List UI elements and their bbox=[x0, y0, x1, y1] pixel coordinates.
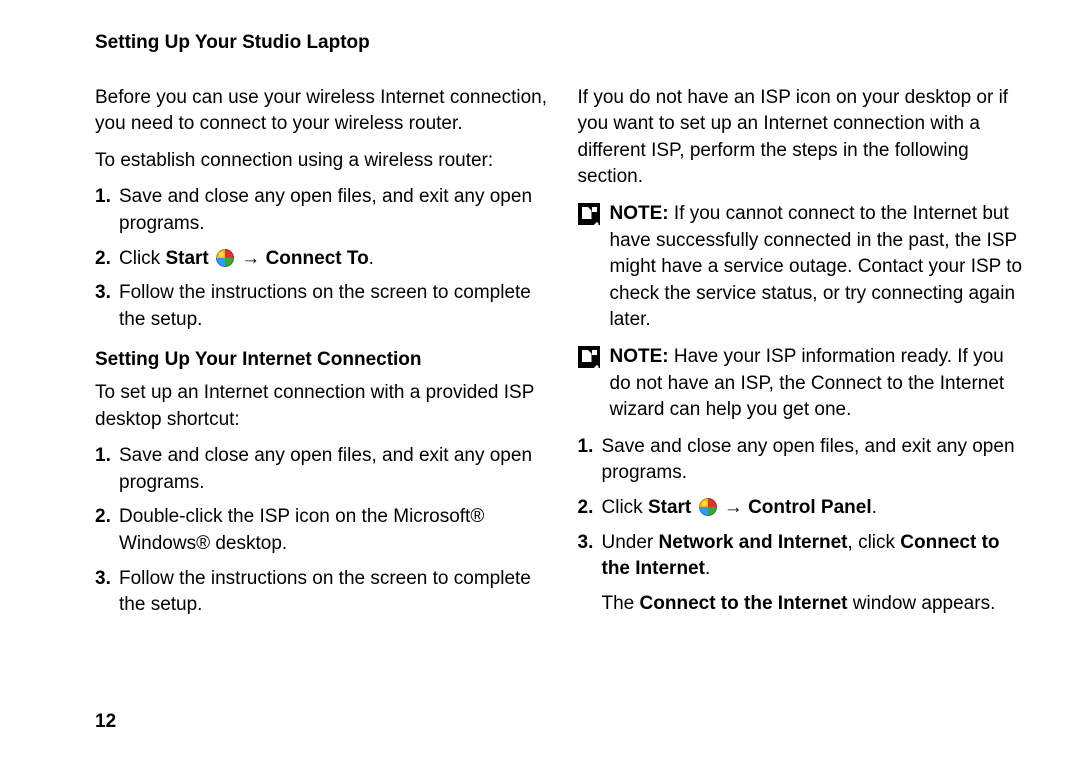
period: . bbox=[705, 558, 710, 579]
right-column: If you do not have an ISP icon on your d… bbox=[578, 85, 1031, 628]
list-item: 2. Click Start → Control Panel. bbox=[578, 495, 1031, 522]
result-text: The bbox=[602, 593, 640, 614]
setup-steps-list: 1. Save and close any open files, and ex… bbox=[578, 434, 1031, 583]
step-text: Save and close any open files, and exit … bbox=[602, 436, 1015, 484]
isp-steps-list: 1. Save and close any open files, and ex… bbox=[95, 443, 548, 619]
step-number: 2. bbox=[578, 495, 594, 522]
note-body: If you cannot connect to the Internet bu… bbox=[610, 203, 1023, 330]
list-item: 3. Follow the instructions on the screen… bbox=[95, 280, 548, 333]
step-number: 2. bbox=[95, 504, 111, 531]
start-label: Start bbox=[648, 497, 691, 518]
step-text: Double-click the ISP icon on the Microso… bbox=[119, 506, 484, 554]
wireless-steps-list: 1. Save and close any open files, and ex… bbox=[95, 184, 548, 333]
step-number: 2. bbox=[95, 246, 111, 273]
note-text: NOTE: If you cannot connect to the Inter… bbox=[610, 201, 1031, 334]
list-item: 1. Save and close any open files, and ex… bbox=[578, 434, 1031, 487]
page-header: Setting Up Your Studio Laptop bbox=[95, 30, 1030, 57]
step-text: Click bbox=[119, 248, 165, 269]
period: . bbox=[872, 497, 877, 518]
period: . bbox=[369, 248, 374, 269]
step-text: Follow the instructions on the screen to… bbox=[119, 568, 531, 616]
note-body: Have your ISP information ready. If you … bbox=[610, 346, 1005, 420]
step-number: 1. bbox=[95, 184, 111, 211]
subsection-heading: Setting Up Your Internet Connection bbox=[95, 347, 548, 374]
step-number: 3. bbox=[578, 530, 594, 557]
step-number: 3. bbox=[95, 566, 111, 593]
list-item: 1. Save and close any open files, and ex… bbox=[95, 443, 548, 496]
spacer bbox=[209, 248, 214, 269]
list-item: 1. Save and close any open files, and ex… bbox=[95, 184, 548, 237]
windows-start-icon bbox=[216, 249, 234, 267]
note-icon bbox=[578, 203, 600, 225]
note-block: NOTE: Have your ISP information ready. I… bbox=[578, 344, 1031, 424]
intro-paragraph: Before you can use your wireless Interne… bbox=[95, 85, 548, 138]
connect-window-label: Connect to the Internet bbox=[640, 593, 848, 614]
windows-start-icon bbox=[699, 498, 717, 516]
control-panel-label: → Control Panel bbox=[719, 497, 872, 518]
step-number: 1. bbox=[578, 434, 594, 461]
note-block: NOTE: If you cannot connect to the Inter… bbox=[578, 201, 1031, 334]
list-item: 3. Follow the instructions on the screen… bbox=[95, 566, 548, 619]
list-item: 2. Double-click the ISP icon on the Micr… bbox=[95, 504, 548, 557]
intro-paragraph: If you do not have an ISP icon on your d… bbox=[578, 85, 1031, 191]
step-text: Save and close any open files, and exit … bbox=[119, 186, 532, 234]
network-internet-label: Network and Internet bbox=[659, 532, 848, 553]
content-columns: Before you can use your wireless Interne… bbox=[95, 85, 1030, 628]
step-text: Save and close any open files, and exit … bbox=[119, 445, 532, 493]
note-label: NOTE: bbox=[610, 346, 669, 367]
start-label: Start bbox=[165, 248, 208, 269]
step-text: Click bbox=[602, 497, 648, 518]
note-text: NOTE: Have your ISP information ready. I… bbox=[610, 344, 1031, 424]
setup-paragraph: To set up an Internet connection with a … bbox=[95, 380, 548, 433]
page-number: 12 bbox=[95, 709, 116, 736]
step-number: 1. bbox=[95, 443, 111, 470]
spacer bbox=[691, 497, 696, 518]
note-icon bbox=[578, 346, 600, 368]
connect-to-label: → Connect To bbox=[236, 248, 369, 269]
left-column: Before you can use your wireless Interne… bbox=[95, 85, 548, 628]
result-paragraph: The Connect to the Internet window appea… bbox=[578, 591, 1031, 618]
step-number: 3. bbox=[95, 280, 111, 307]
note-label: NOTE: bbox=[610, 203, 669, 224]
establish-paragraph: To establish connection using a wireless… bbox=[95, 148, 548, 175]
step-text: Under bbox=[602, 532, 659, 553]
list-item: 3. Under Network and Internet, click Con… bbox=[578, 530, 1031, 583]
result-text: window appears. bbox=[847, 593, 995, 614]
list-item: 2. Click Start → Connect To. bbox=[95, 246, 548, 273]
step-text: Follow the instructions on the screen to… bbox=[119, 282, 531, 330]
step-text: , click bbox=[848, 532, 901, 553]
